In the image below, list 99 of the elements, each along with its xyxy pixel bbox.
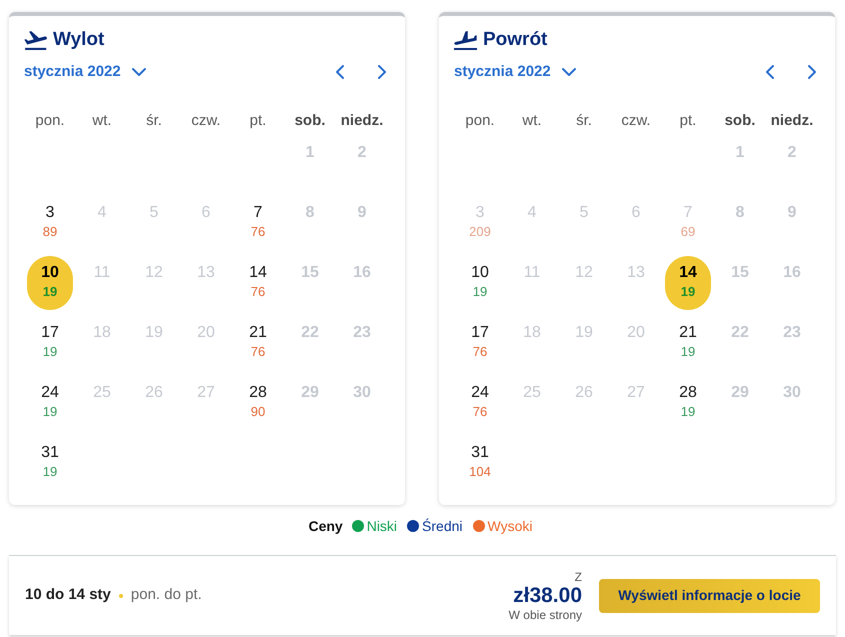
chevron-right-icon: [808, 65, 816, 79]
day-cell[interactable]: 26: [131, 376, 177, 430]
day-cell[interactable]: 20: [613, 316, 659, 370]
day-cell[interactable]: 24 76: [457, 376, 503, 430]
day-cell[interactable]: 2: [339, 136, 385, 190]
weekday-label: niedz.: [770, 111, 814, 131]
day-cell[interactable]: 30: [769, 376, 815, 430]
day-cell[interactable]: 8: [287, 196, 333, 250]
day-cell[interactable]: 11: [509, 256, 555, 310]
day-cell[interactable]: 30: [339, 376, 385, 430]
day-cell[interactable]: 27: [613, 376, 659, 430]
day-cell[interactable]: 16: [339, 256, 385, 310]
day-cell[interactable]: 15: [287, 256, 333, 310]
day-cell[interactable]: 22: [717, 316, 763, 370]
weekday-label: pon.: [35, 111, 65, 131]
day-cell[interactable]: 16: [769, 256, 815, 310]
day-cell[interactable]: 18: [509, 316, 555, 370]
day-cell[interactable]: 4: [79, 196, 125, 250]
weekday-label: sob.: [294, 111, 326, 131]
day-cell[interactable]: 27: [183, 376, 229, 430]
day-cell[interactable]: 25: [79, 376, 125, 430]
price-note: W obie strony: [508, 608, 582, 622]
day-cell[interactable]: 5: [561, 196, 607, 250]
day-cell[interactable]: 13: [613, 256, 659, 310]
weekday-label: pt.: [250, 111, 266, 131]
day-cell[interactable]: 6: [613, 196, 659, 250]
day-cell[interactable]: 9: [339, 196, 385, 250]
day-cell[interactable]: 17 19: [27, 316, 73, 370]
day-cell[interactable]: 18: [79, 316, 125, 370]
day-cell[interactable]: 28 19: [665, 376, 711, 430]
day-cell[interactable]: 29: [717, 376, 763, 430]
chevron-left-icon: [336, 65, 344, 79]
calendar-title: Powrót: [483, 29, 548, 51]
day-cell[interactable]: 31 104: [457, 436, 503, 490]
day-cell[interactable]: 23: [339, 316, 385, 370]
day-cell[interactable]: 23: [769, 316, 815, 370]
day-cell[interactable]: 15: [717, 256, 763, 310]
weekday-label: pt.: [680, 111, 696, 131]
day-cell[interactable]: 2: [769, 136, 815, 190]
trip-dates: 10 do 14 sty: [25, 585, 111, 606]
day-cell[interactable]: 14 76: [235, 256, 281, 310]
day-cell[interactable]: 10 19: [457, 256, 503, 310]
day-cell[interactable]: 17 76: [457, 316, 503, 370]
weekday-label: czw.: [621, 111, 651, 131]
day-cell[interactable]: 10 19: [27, 256, 73, 310]
caret-icon: [132, 68, 146, 76]
day-cell[interactable]: 11: [79, 256, 125, 310]
day-cell[interactable]: 20: [183, 316, 229, 370]
weekday-label: śr.: [146, 111, 162, 131]
day-cell[interactable]: 7 69: [665, 196, 711, 250]
month-dropdown[interactable]: stycznia 2022: [24, 62, 146, 82]
weekday-label: śr.: [576, 111, 592, 131]
weekday-label: sob.: [724, 111, 756, 131]
day-cell[interactable]: 24 19: [27, 376, 73, 430]
legend-label: Średni: [422, 517, 463, 536]
flight-info-button[interactable]: Wyświetl informacje o locie: [599, 578, 820, 612]
day-cell[interactable]: 5: [131, 196, 177, 250]
day-cell[interactable]: 3 89: [27, 196, 73, 250]
day-cell[interactable]: 22: [287, 316, 333, 370]
day-cell[interactable]: 14 19: [665, 256, 711, 310]
trip-days: pon. do pt.: [130, 584, 202, 607]
day-cell[interactable]: 12: [561, 256, 607, 310]
day-cell[interactable]: 19: [561, 316, 607, 370]
day-cell[interactable]: 28 90: [235, 376, 281, 430]
day-cell[interactable]: 13: [183, 256, 229, 310]
legend-label: Niski: [366, 517, 398, 536]
day-cell[interactable]: 12: [131, 256, 177, 310]
caret-icon: [562, 68, 576, 76]
day-cell[interactable]: 31 19: [27, 436, 73, 490]
day-cell[interactable]: 9: [769, 196, 815, 250]
day-cell[interactable]: 19: [131, 316, 177, 370]
weekday-label: wt.: [522, 111, 542, 131]
chevron-left-icon: [766, 65, 774, 79]
weekday-label: czw.: [191, 111, 221, 131]
day-cell[interactable]: 21 76: [235, 316, 281, 370]
weekday-label: niedz.: [340, 111, 384, 131]
price-prefix: Z: [574, 570, 582, 584]
day-cell[interactable]: 6: [183, 196, 229, 250]
day-cell[interactable]: 29: [287, 376, 333, 430]
month-dropdown[interactable]: stycznia 2022: [454, 62, 576, 82]
day-cell[interactable]: 7 76: [235, 196, 281, 250]
calendar-title: Wylot: [53, 29, 104, 51]
legend-label: Wysoki: [488, 517, 533, 536]
day-cell[interactable]: 3 209: [457, 196, 503, 250]
chevron-right-icon: [378, 65, 386, 79]
weekday-label: pon.: [465, 111, 495, 131]
weekday-label: wt.: [92, 111, 112, 131]
bullet-icon: [118, 594, 123, 598]
day-cell[interactable]: 1: [287, 136, 333, 190]
plane-takeoff-icon: [24, 30, 47, 50]
plane-landing-icon: [454, 30, 477, 50]
day-cell[interactable]: 4: [509, 196, 555, 250]
day-cell[interactable]: 21 19: [665, 316, 711, 370]
day-cell[interactable]: 25: [509, 376, 555, 430]
day-cell[interactable]: 26: [561, 376, 607, 430]
day-cell[interactable]: 1: [717, 136, 763, 190]
legend-title: Ceny: [308, 517, 343, 536]
day-cell[interactable]: 8: [717, 196, 763, 250]
total-price: zł38.00: [513, 584, 582, 608]
